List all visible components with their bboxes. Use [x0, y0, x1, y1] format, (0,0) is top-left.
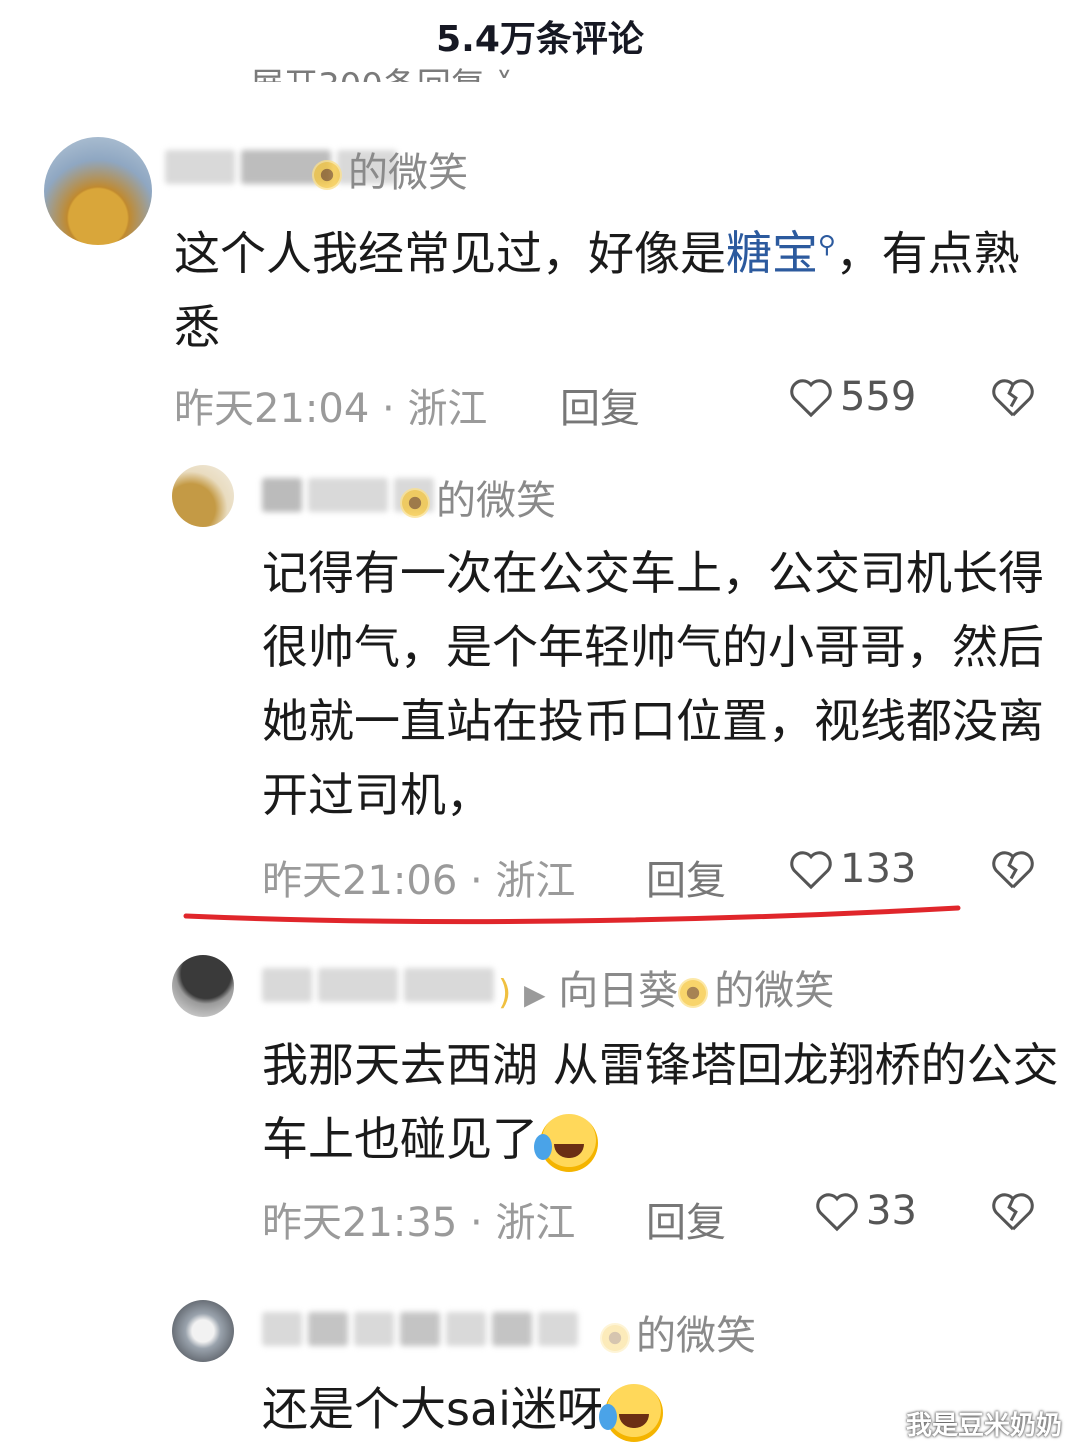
reply-to-header[interactable]: ) ▶ 向日葵 的微笑: [498, 958, 834, 1016]
watermark: 我是豆米奶奶: [905, 1411, 1062, 1441]
avatar[interactable]: [172, 955, 234, 1017]
comment-meta: 昨天21:35 · 浙江: [262, 1200, 576, 1246]
dislike-button[interactable]: [990, 1190, 1036, 1236]
like-count: 33: [866, 1188, 917, 1234]
sunflower-icon: [600, 1323, 630, 1353]
sunflower-icon: [678, 978, 709, 1008]
nickname[interactable]: 的微笑: [600, 1303, 756, 1361]
broken-heart-icon: [992, 1193, 1034, 1231]
rofl-emoji-icon: [534, 1113, 598, 1172]
username-blurred[interactable]: [262, 1312, 578, 1346]
triangle-right-icon: ▶: [523, 978, 546, 1011]
rofl-emoji-icon: [598, 1383, 663, 1442]
heart-outline-icon: [816, 1193, 858, 1232]
comment-text: 我那天去西湖 从雷锋塔回龙翔桥的公交车上也碰见了: [262, 1028, 1062, 1176]
reply-button[interactable]: 回复: [646, 1190, 726, 1248]
like-button[interactable]: 33: [814, 1188, 917, 1234]
avatar[interactable]: [172, 1300, 234, 1362]
username-blurred[interactable]: [262, 968, 494, 1002]
